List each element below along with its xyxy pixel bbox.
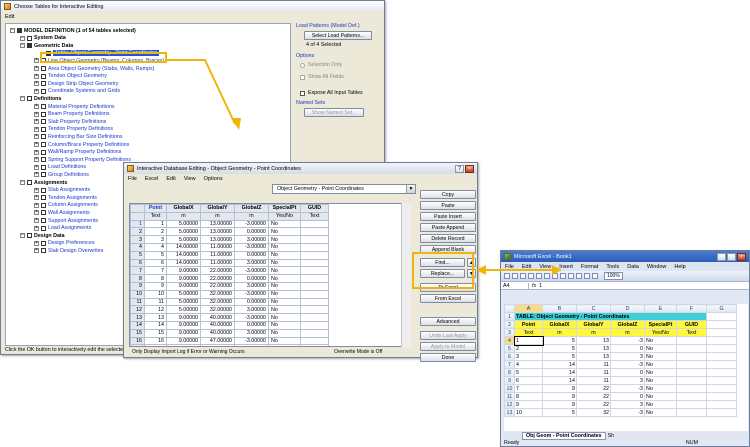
arrowhead-icon (552, 265, 562, 275)
arrowhead-icon (476, 265, 486, 275)
callout-connectors (166, 59, 562, 275)
connector-line (166, 59, 236, 125)
arrowhead-icon (231, 118, 241, 130)
